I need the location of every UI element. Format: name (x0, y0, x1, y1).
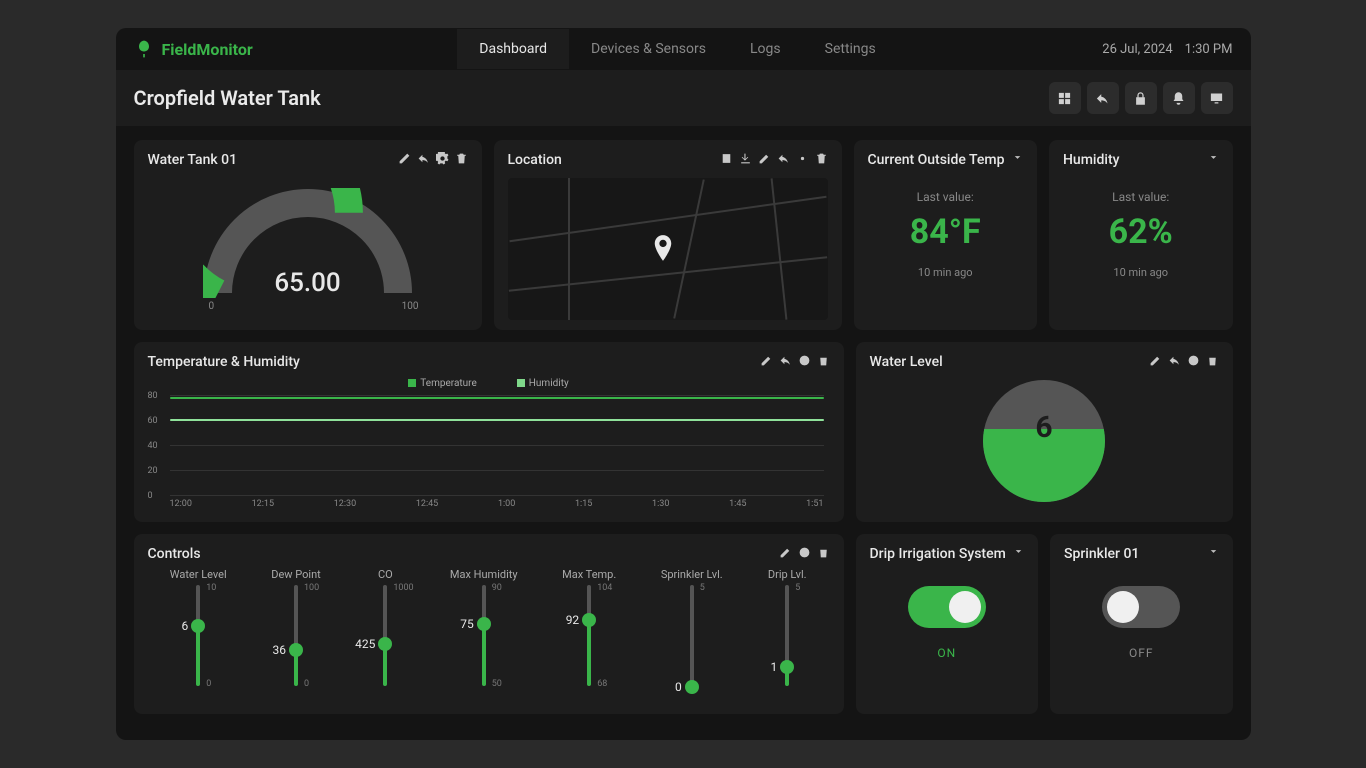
drip-irrigation-card: Drip Irrigation System ON (856, 534, 1039, 714)
controls-card: Controls Water Level 10 6 0 Dew Point 10… (134, 534, 844, 714)
temp-humidity-chart-card: Temperature & Humidity Temperature Humid… (134, 342, 844, 522)
lock-button[interactable] (1125, 82, 1157, 114)
edit-icon[interactable] (1149, 354, 1162, 367)
nav-tab-settings[interactable]: Settings (803, 29, 898, 69)
stat-value: 62% (1063, 212, 1219, 252)
gear-icon[interactable] (436, 152, 449, 165)
slider-water-level[interactable]: Water Level 10 6 0 (170, 568, 227, 687)
trash-icon[interactable] (1206, 354, 1219, 367)
nav-tab-dashboard[interactable]: Dashboard (457, 29, 569, 69)
display-button[interactable] (1201, 82, 1233, 114)
line-chart: 020406080 (170, 395, 824, 495)
slider-max-humidity[interactable]: Max Humidity 90 75 50 (450, 568, 518, 687)
gauge-value: 65.00 (274, 268, 340, 298)
edit-icon[interactable] (398, 152, 411, 165)
card-title: Humidity (1063, 152, 1119, 168)
header-date: 26 Jul, 2024 (1102, 42, 1172, 57)
card-title: Water Level (870, 354, 943, 370)
stat-sublabel: Last value: (868, 190, 1024, 204)
temp-stat-card: Current Outside Temp Last value: 84°F 10… (854, 140, 1038, 330)
grid-view-button[interactable] (1049, 82, 1081, 114)
toggle-state: ON (870, 646, 1025, 660)
nav-tab-logs[interactable]: Logs (728, 29, 803, 69)
calendar-icon[interactable] (720, 152, 733, 165)
trash-icon[interactable] (817, 546, 830, 559)
sprinkler-toggle[interactable] (1102, 586, 1180, 628)
stat-sublabel: Last value: (1063, 190, 1219, 204)
download-icon[interactable] (739, 152, 752, 165)
water-level-value: 6 (1035, 410, 1052, 445)
stat-time: 10 min ago (1063, 266, 1219, 279)
page-title: Cropfield Water Tank (134, 86, 321, 110)
slider-sprinkler-lvl-[interactable]: Sprinkler Lvl. 5 0 (661, 568, 723, 687)
undo-button[interactable] (1087, 82, 1119, 114)
slider-co[interactable]: CO 1000 425 (365, 568, 405, 687)
water-tank-card: Water Tank 01 65.00 0 100 (134, 140, 482, 330)
chevron-down-icon[interactable] (1013, 546, 1024, 557)
app-window: FieldMonitor DashboardDevices & SensorsL… (116, 28, 1251, 740)
edit-icon[interactable] (760, 354, 773, 367)
gauge-min: 0 (209, 301, 215, 312)
trash-icon[interactable] (455, 152, 468, 165)
trash-icon[interactable] (817, 354, 830, 367)
card-title: Temperature & Humidity (148, 354, 300, 370)
titlebar: Cropfield Water Tank (116, 70, 1251, 126)
brand-logo: FieldMonitor (134, 39, 253, 59)
chevron-down-icon[interactable] (1208, 546, 1219, 557)
chevron-down-icon[interactable] (1208, 152, 1219, 163)
legend-humidity: Humidity (517, 378, 569, 389)
stat-value: 84°F (868, 212, 1024, 252)
undo-icon[interactable] (1168, 354, 1181, 367)
gauge-max: 100 (402, 301, 419, 312)
slider-drip-lvl-[interactable]: Drip Lvl. 5 1 (767, 568, 807, 687)
undo-icon[interactable] (777, 152, 790, 165)
gear-icon[interactable] (798, 546, 811, 559)
slider-dew-point[interactable]: Dew Point 100 36 0 (271, 568, 321, 687)
drip-irrigation-toggle[interactable] (908, 586, 986, 628)
stat-time: 10 min ago (868, 266, 1024, 279)
leaf-icon (134, 39, 154, 59)
slider-max-temp-[interactable]: Max Temp. 104 92 68 (562, 568, 616, 687)
card-title: Current Outside Temp (868, 152, 1005, 168)
humidity-stat-card: Humidity Last value: 62% 10 min ago (1049, 140, 1233, 330)
card-title: Location (508, 152, 562, 168)
topbar: FieldMonitor DashboardDevices & SensorsL… (116, 28, 1251, 70)
gear-icon[interactable] (1187, 354, 1200, 367)
trash-icon[interactable] (815, 152, 828, 165)
card-title: Controls (148, 546, 201, 562)
edit-icon[interactable] (779, 546, 792, 559)
water-level-pie: 6 (983, 380, 1105, 502)
content-area: Water Tank 01 65.00 0 100 (116, 126, 1251, 740)
card-title: Water Tank 01 (148, 152, 238, 168)
header-time: 1:30 PM (1185, 42, 1233, 57)
card-title: Sprinkler 01 (1064, 546, 1139, 562)
undo-icon[interactable] (779, 354, 792, 367)
sprinkler-card: Sprinkler 01 OFF (1050, 534, 1233, 714)
undo-icon[interactable] (417, 152, 430, 165)
map-pin-icon (652, 235, 674, 265)
brand-text: FieldMonitor (162, 40, 253, 59)
notifications-button[interactable] (1163, 82, 1195, 114)
card-title: Drip Irrigation System (870, 546, 1006, 562)
location-card: Location (494, 140, 842, 330)
gear-icon[interactable] (798, 354, 811, 367)
edit-icon[interactable] (758, 152, 771, 165)
location-map[interactable] (508, 178, 828, 320)
gear-icon[interactable] (796, 152, 809, 165)
chart-legend: Temperature Humidity (148, 378, 830, 389)
legend-temperature: Temperature (408, 378, 477, 389)
chevron-down-icon[interactable] (1012, 152, 1023, 163)
toggle-state: OFF (1064, 646, 1219, 660)
water-level-card: Water Level 6 (856, 342, 1233, 522)
nav-tab-devices-sensors[interactable]: Devices & Sensors (569, 29, 728, 69)
